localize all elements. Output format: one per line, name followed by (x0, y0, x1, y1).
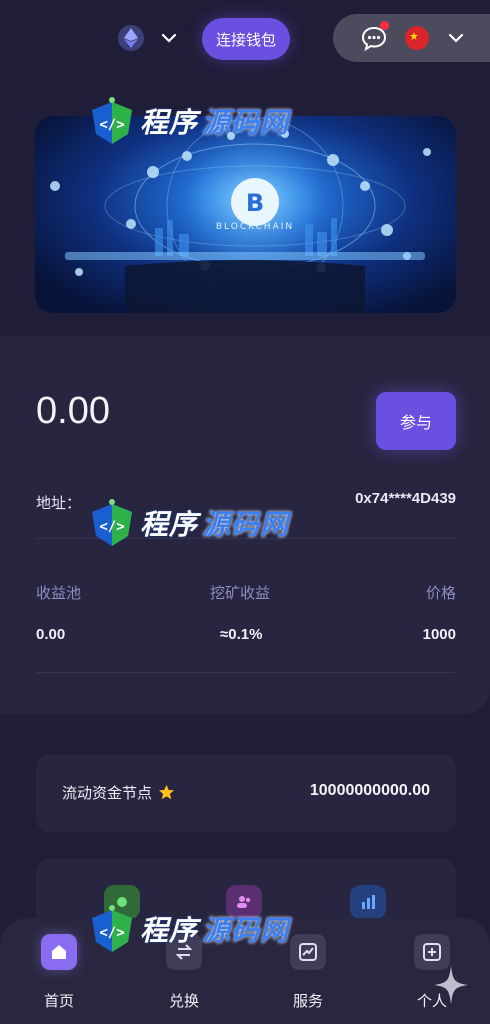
sparkle-icon (434, 966, 468, 1004)
nav-item-home[interactable]: 首页 (19, 934, 99, 1011)
address-value: 0x74****4D439 (355, 490, 456, 507)
stat-value-mining: ≈0.1% (220, 626, 263, 643)
users-icon[interactable] (226, 885, 262, 919)
stat-value-price: 1000 (422, 626, 456, 643)
divider (36, 672, 454, 673)
nav-item-service[interactable]: 服务 (268, 934, 348, 1011)
stat-label-mining: 挖矿收益 (210, 584, 271, 602)
banner-caption: BLOCKCHAIN (216, 222, 294, 232)
swap-icon (166, 934, 202, 970)
chevron-down-icon (161, 33, 177, 43)
svg-text:B: B (246, 189, 264, 217)
node-label-group: 流动资金节点 (62, 782, 175, 803)
header-actions (333, 14, 490, 62)
liquidity-node-card[interactable]: 流动资金节点 10000000000.00 (36, 754, 456, 832)
china-flag-icon[interactable] (405, 26, 429, 50)
top-bar: 连接钱包 (0, 0, 490, 80)
stat-label-pool: 收益池 (36, 584, 82, 602)
node-label: 流动资金节点 (62, 784, 153, 802)
nav-item-swap[interactable]: 兑换 (144, 934, 224, 1011)
star-icon (158, 784, 175, 800)
nav-label: 首页 (43, 992, 74, 1010)
bar-chart-icon[interactable] (350, 885, 386, 919)
stat-label-price: 价格 (425, 584, 456, 602)
bottom-navigation: 首页 兑换 服务 个人 (0, 918, 490, 1024)
chart-icon (290, 934, 326, 970)
join-button[interactable]: 参与 (376, 392, 456, 450)
chat-icon[interactable] (361, 21, 389, 52)
blockchain-illustration: B BLOCKCHAIN (50, 116, 431, 313)
address-label: 地址： (36, 494, 82, 512)
balance-amount: 0.00 (36, 390, 110, 432)
ethereum-icon (118, 25, 144, 51)
nav-label: 服务 (292, 992, 323, 1010)
home-icon (41, 934, 77, 970)
network-selector[interactable] (118, 22, 178, 54)
chevron-down-icon[interactable] (447, 29, 465, 47)
plus-square-icon (414, 934, 450, 970)
hero-banner: B BLOCKCHAIN (35, 116, 456, 313)
divider (36, 538, 454, 539)
feature-icon[interactable] (104, 885, 140, 919)
connect-wallet-button[interactable]: 连接钱包 (202, 18, 290, 60)
nav-label: 兑换 (168, 992, 199, 1010)
stat-value-pool: 0.00 (36, 626, 66, 643)
node-value: 10000000000.00 (309, 782, 430, 799)
notification-dot (380, 21, 389, 30)
